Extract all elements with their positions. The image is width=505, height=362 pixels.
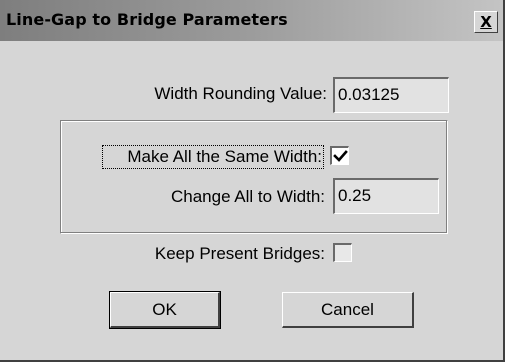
same-width-group <box>60 120 448 234</box>
close-icon: X <box>480 12 492 31</box>
dialog-window: Line-Gap to Bridge Parameters X Width Ro… <box>0 0 505 362</box>
close-button[interactable]: X <box>474 11 498 33</box>
change-width-label: Change All to Width: <box>170 187 325 206</box>
cancel-button[interactable]: Cancel <box>282 292 414 328</box>
keep-bridges-label: Keep Present Bridges: <box>154 244 325 263</box>
keep-bridges-checkbox[interactable] <box>333 243 352 262</box>
width-rounding-label: Width Rounding Value: <box>154 84 327 103</box>
window-title: Line-Gap to Bridge Parameters <box>6 10 288 29</box>
width-rounding-input[interactable]: 0.03125 <box>333 77 449 113</box>
title-bar[interactable]: Line-Gap to Bridge Parameters X <box>0 0 503 41</box>
same-width-checkbox[interactable] <box>330 146 349 165</box>
checkmark-icon <box>333 150 348 162</box>
change-width-input[interactable]: 0.25 <box>333 178 439 214</box>
same-width-label[interactable]: Make All the Same Width: <box>102 145 324 169</box>
ok-button[interactable]: OK <box>109 291 221 329</box>
